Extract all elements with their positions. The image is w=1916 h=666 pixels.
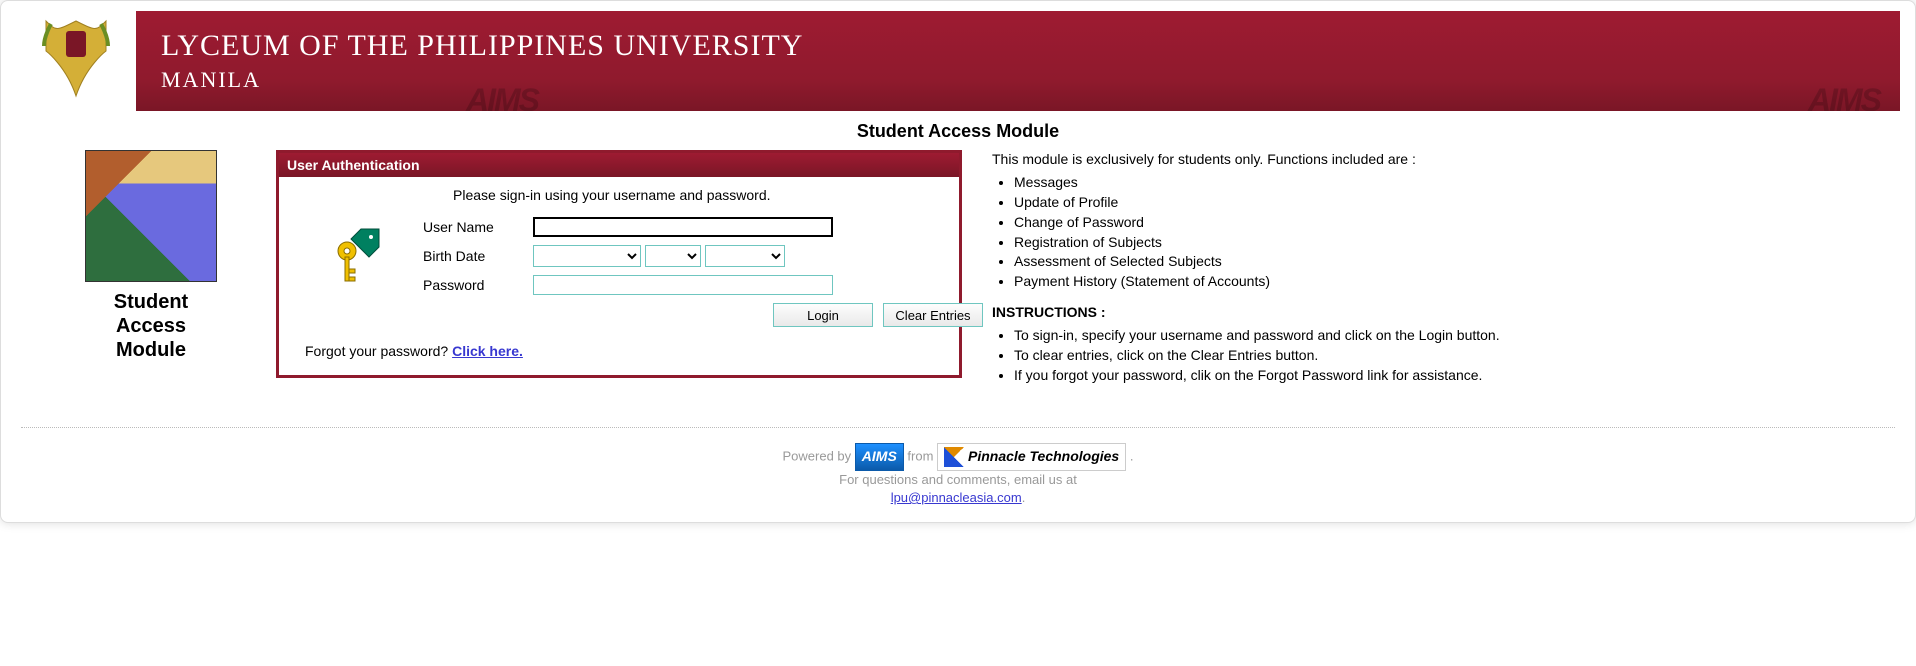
forgot-text: Forgot your password?	[305, 343, 452, 359]
list-item: Change of Password	[1014, 213, 1860, 232]
username-input[interactable]	[533, 217, 833, 237]
aims-watermark-icon: AIMS	[1808, 82, 1880, 111]
forgot-password-link[interactable]: Click here.	[452, 343, 523, 359]
clear-entries-button[interactable]: Clear Entries	[883, 303, 983, 327]
footer-dot: .	[1022, 490, 1026, 505]
birth-day-select[interactable]	[645, 245, 701, 267]
campus-name: MANILA	[161, 67, 1900, 93]
info-panel: This module is exclusively for students …	[992, 150, 1860, 397]
caption-line: Access	[56, 314, 246, 338]
login-button[interactable]: Login	[773, 303, 873, 327]
auth-form: User Name Birth Date Password	[293, 217, 945, 339]
caption-line: Student	[56, 290, 246, 314]
powered-by-text: Powered by	[783, 448, 855, 463]
university-name: LYCEUM OF THE PHILIPPINES UNIVERSITY	[161, 29, 1900, 63]
birthdate-label: Birth Date	[423, 248, 533, 264]
list-item: To clear entries, click on the Clear Ent…	[1014, 346, 1860, 365]
birth-month-select[interactable]	[533, 245, 641, 267]
list-item: Payment History (Statement of Accounts)	[1014, 272, 1860, 291]
signin-instruction: Please sign-in using your username and p…	[453, 187, 945, 203]
page-container: LYCEUM OF THE PHILIPPINES UNIVERSITY MAN…	[0, 0, 1916, 523]
info-intro: This module is exclusively for students …	[992, 150, 1860, 169]
forgot-password-line: Forgot your password? Click here.	[293, 339, 945, 369]
list-item: Messages	[1014, 173, 1860, 192]
pinnacle-mark-icon	[944, 447, 964, 467]
key-icon	[333, 227, 383, 287]
footer-divider	[21, 427, 1895, 428]
page-title: Student Access Module	[16, 115, 1900, 150]
module-illustration-icon	[85, 150, 217, 282]
password-input[interactable]	[533, 275, 833, 295]
list-item: If you forgot your password, clik on the…	[1014, 366, 1860, 385]
list-item: Registration of Subjects	[1014, 233, 1860, 252]
list-item: Assessment of Selected Subjects	[1014, 252, 1860, 271]
school-logo-icon	[36, 16, 116, 106]
auth-panel-body: Please sign-in using your username and p…	[279, 177, 959, 375]
list-item: To sign-in, specify your username and pa…	[1014, 326, 1860, 345]
header-banner: LYCEUM OF THE PHILIPPINES UNIVERSITY MAN…	[16, 11, 1900, 111]
caption-line: Module	[56, 338, 246, 362]
footer-dot: .	[1130, 448, 1134, 463]
module-caption: Student Access Module	[56, 290, 246, 362]
instructions-list: To sign-in, specify your username and pa…	[1014, 326, 1860, 385]
left-sidebar: Student Access Module	[56, 150, 246, 362]
functions-list: Messages Update of Profile Change of Pas…	[1014, 173, 1860, 291]
pinnacle-logo-icon: Pinnacle Technologies	[937, 443, 1126, 471]
footer: Powered by AIMS from Pinnacle Technologi…	[16, 443, 1900, 507]
auth-panel: User Authentication Please sign-in using…	[276, 150, 962, 378]
aims-watermark-icon: AIMS	[466, 82, 538, 111]
birth-year-select[interactable]	[705, 245, 785, 267]
auth-fields: User Name Birth Date Password	[423, 217, 983, 339]
password-label: Password	[423, 277, 533, 293]
main-columns: Student Access Module User Authenticatio…	[16, 150, 1900, 397]
from-text: from	[907, 448, 937, 463]
aims-logo-icon: AIMS	[855, 443, 904, 471]
list-item: Update of Profile	[1014, 193, 1860, 212]
auth-panel-header: User Authentication	[279, 153, 959, 177]
pinnacle-name: Pinnacle Technologies	[968, 447, 1119, 467]
username-label: User Name	[423, 219, 533, 235]
contact-line: For questions and comments, email us at	[16, 471, 1900, 489]
school-logo-area	[16, 11, 136, 111]
contact-email-link[interactable]: lpu@pinnacleasia.com	[891, 490, 1022, 505]
instructions-title: INSTRUCTIONS :	[992, 303, 1860, 322]
header-title-area: LYCEUM OF THE PHILIPPINES UNIVERSITY MAN…	[136, 11, 1900, 111]
